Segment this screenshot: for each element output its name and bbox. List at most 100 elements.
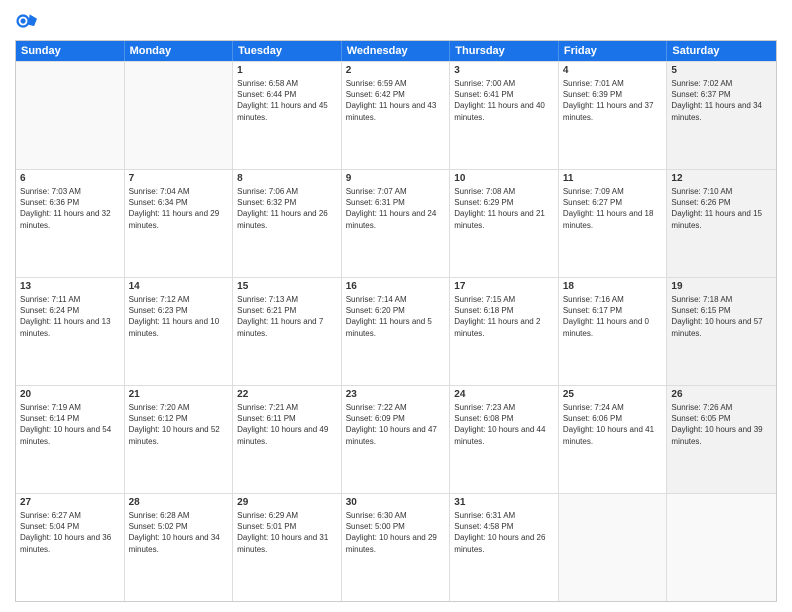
logo-icon (15, 10, 37, 32)
cal-cell-1-1: 7Sunrise: 7:04 AM Sunset: 6:34 PM Daylig… (125, 170, 234, 277)
cell-info: Sunrise: 7:16 AM Sunset: 6:17 PM Dayligh… (563, 294, 663, 339)
cell-info: Sunrise: 7:20 AM Sunset: 6:12 PM Dayligh… (129, 402, 229, 447)
cal-cell-2-0: 13 Sunrise: 7:11 AM Sunset: 6:24 PM Dayli… (16, 278, 125, 385)
cal-cell-4-0: 27 Sunrise: 6:27 AM Sunset: 5:04 PM Dayli… (16, 494, 125, 601)
week-row-1: 6 Sunrise: 7:03 AM Sunset: 6:36 PM Daylig… (16, 169, 776, 277)
cal-cell-4-1: 28 Sunrise: 6:28 AM Sunset: 5:02 PM Dayli… (125, 494, 234, 601)
cell-info: Sunrise: 6:29 AM Sunset: 5:01 PM Dayligh… (237, 510, 337, 555)
cell-info: Sunrise: 7:12 AM Sunset: 6:23 PM Dayligh… (129, 294, 229, 339)
cal-cell-3-2: 22Sunrise: 7:21 AM Sunset: 6:11 PM Dayli… (233, 386, 342, 493)
day-number: 23 (346, 389, 446, 400)
cell-info: Sunrise: 6:27 AM Sunset: 5:04 PM Dayligh… (20, 510, 120, 555)
cal-cell-2-2: 15 Sunrise: 7:13 AM Sunset: 6:21 PM Dayli… (233, 278, 342, 385)
cell-info: Sunrise: 7:13 AM Sunset: 6:21 PM Dayligh… (237, 294, 337, 339)
cal-cell-4-6 (667, 494, 776, 601)
day-number: 17 (454, 281, 554, 292)
cal-cell-3-1: 21 Sunrise: 7:20 AM Sunset: 6:12 PM Dayli… (125, 386, 234, 493)
cell-info: Sunrise: 7:04 AM Sunset: 6:34 PM Dayligh… (129, 186, 229, 231)
cell-info: Sunrise: 7:01 AM Sunset: 6:39 PM Dayligh… (563, 78, 663, 123)
day-number: 15 (237, 281, 337, 292)
cell-info: Sunrise: 6:30 AM Sunset: 5:00 PM Dayligh… (346, 510, 446, 555)
cell-info: Sunrise: 7:03 AM Sunset: 6:36 PM Dayligh… (20, 186, 120, 231)
header-day-monday: Monday (125, 41, 234, 61)
week-row-3: 20Sunrise: 7:19 AM Sunset: 6:14 PM Dayli… (16, 385, 776, 493)
cal-cell-2-1: 14 Sunrise: 7:12 AM Sunset: 6:23 PM Dayli… (125, 278, 234, 385)
cell-info: Sunrise: 6:59 AM Sunset: 6:42 PM Dayligh… (346, 78, 446, 123)
cell-info: Sunrise: 7:00 AM Sunset: 6:41 PM Dayligh… (454, 78, 554, 123)
day-number: 12 (671, 173, 772, 184)
cal-cell-2-6: 19 Sunrise: 7:18 AM Sunset: 6:15 PM Dayli… (667, 278, 776, 385)
cal-cell-2-5: 18 Sunrise: 7:16 AM Sunset: 6:17 PM Dayli… (559, 278, 668, 385)
cal-cell-3-5: 25 Sunrise: 7:24 AM Sunset: 6:06 PM Dayli… (559, 386, 668, 493)
cal-cell-3-0: 20Sunrise: 7:19 AM Sunset: 6:14 PM Dayli… (16, 386, 125, 493)
day-number: 24 (454, 389, 554, 400)
day-number: 13 (20, 281, 120, 292)
cal-cell-0-0 (16, 62, 125, 169)
week-row-2: 13 Sunrise: 7:11 AM Sunset: 6:24 PM Dayli… (16, 277, 776, 385)
cal-cell-0-3: 2 Sunrise: 6:59 AM Sunset: 6:42 PM Daylig… (342, 62, 451, 169)
day-number: 6 (20, 173, 120, 184)
cell-info: Sunrise: 7:07 AM Sunset: 6:31 PM Dayligh… (346, 186, 446, 231)
cal-cell-1-5: 11Sunrise: 7:09 AM Sunset: 6:27 PM Dayli… (559, 170, 668, 277)
cal-cell-2-3: 16 Sunrise: 7:14 AM Sunset: 6:20 PM Dayli… (342, 278, 451, 385)
cell-info: Sunrise: 7:14 AM Sunset: 6:20 PM Dayligh… (346, 294, 446, 339)
day-number: 5 (671, 65, 772, 76)
calendar-body: 1 Sunrise: 6:58 AM Sunset: 6:44 PM Daylig… (16, 61, 776, 601)
logo (15, 10, 39, 32)
day-number: 2 (346, 65, 446, 76)
day-number: 14 (129, 281, 229, 292)
calendar: SundayMondayTuesdayWednesdayThursdayFrid… (15, 40, 777, 602)
cal-cell-3-4: 24 Sunrise: 7:23 AM Sunset: 6:08 PM Dayli… (450, 386, 559, 493)
day-number: 8 (237, 173, 337, 184)
header-day-thursday: Thursday (450, 41, 559, 61)
cal-cell-4-2: 29 Sunrise: 6:29 AM Sunset: 5:01 PM Dayli… (233, 494, 342, 601)
day-number: 11 (563, 173, 663, 184)
cal-cell-4-3: 30 Sunrise: 6:30 AM Sunset: 5:00 PM Dayli… (342, 494, 451, 601)
cell-info: Sunrise: 7:15 AM Sunset: 6:18 PM Dayligh… (454, 294, 554, 339)
cal-cell-0-6: 5 Sunrise: 7:02 AM Sunset: 6:37 PM Daylig… (667, 62, 776, 169)
cal-cell-1-6: 12 Sunrise: 7:10 AM Sunset: 6:26 PM Dayli… (667, 170, 776, 277)
cell-info: Sunrise: 7:10 AM Sunset: 6:26 PM Dayligh… (671, 186, 772, 231)
cell-info: Sunrise: 7:02 AM Sunset: 6:37 PM Dayligh… (671, 78, 772, 123)
cal-cell-1-4: 10Sunrise: 7:08 AM Sunset: 6:29 PM Dayli… (450, 170, 559, 277)
header-day-friday: Friday (559, 41, 668, 61)
day-number: 20 (20, 389, 120, 400)
day-number: 16 (346, 281, 446, 292)
day-number: 10 (454, 173, 554, 184)
header-day-wednesday: Wednesday (342, 41, 451, 61)
cell-info: Sunrise: 7:18 AM Sunset: 6:15 PM Dayligh… (671, 294, 772, 339)
day-number: 21 (129, 389, 229, 400)
header-day-tuesday: Tuesday (233, 41, 342, 61)
cal-cell-2-4: 17 Sunrise: 7:15 AM Sunset: 6:18 PM Dayli… (450, 278, 559, 385)
day-number: 9 (346, 173, 446, 184)
cell-info: Sunrise: 7:23 AM Sunset: 6:08 PM Dayligh… (454, 402, 554, 447)
day-number: 30 (346, 497, 446, 508)
cell-info: Sunrise: 7:24 AM Sunset: 6:06 PM Dayligh… (563, 402, 663, 447)
cal-cell-4-4: 31Sunrise: 6:31 AM Sunset: 4:58 PM Dayli… (450, 494, 559, 601)
cell-info: Sunrise: 7:11 AM Sunset: 6:24 PM Dayligh… (20, 294, 120, 339)
day-number: 26 (671, 389, 772, 400)
week-row-4: 27 Sunrise: 6:27 AM Sunset: 5:04 PM Dayli… (16, 493, 776, 601)
day-number: 18 (563, 281, 663, 292)
cell-info: Sunrise: 6:28 AM Sunset: 5:02 PM Dayligh… (129, 510, 229, 555)
cal-cell-3-3: 23Sunrise: 7:22 AM Sunset: 6:09 PM Dayli… (342, 386, 451, 493)
cell-info: Sunrise: 6:58 AM Sunset: 6:44 PM Dayligh… (237, 78, 337, 123)
day-number: 29 (237, 497, 337, 508)
cell-info: Sunrise: 7:21 AM Sunset: 6:11 PM Dayligh… (237, 402, 337, 447)
cell-info: Sunrise: 7:06 AM Sunset: 6:32 PM Dayligh… (237, 186, 337, 231)
header-day-sunday: Sunday (16, 41, 125, 61)
day-number: 28 (129, 497, 229, 508)
calendar-header: SundayMondayTuesdayWednesdayThursdayFrid… (16, 41, 776, 61)
cal-cell-0-2: 1 Sunrise: 6:58 AM Sunset: 6:44 PM Daylig… (233, 62, 342, 169)
day-number: 1 (237, 65, 337, 76)
header-day-saturday: Saturday (667, 41, 776, 61)
cell-info: Sunrise: 6:31 AM Sunset: 4:58 PM Dayligh… (454, 510, 554, 555)
cal-cell-1-2: 8 Sunrise: 7:06 AM Sunset: 6:32 PM Daylig… (233, 170, 342, 277)
cal-cell-4-5 (559, 494, 668, 601)
header (15, 10, 777, 32)
cal-cell-0-4: 3Sunrise: 7:00 AM Sunset: 6:41 PM Daylig… (450, 62, 559, 169)
day-number: 27 (20, 497, 120, 508)
day-number: 4 (563, 65, 663, 76)
day-number: 19 (671, 281, 772, 292)
day-number: 25 (563, 389, 663, 400)
